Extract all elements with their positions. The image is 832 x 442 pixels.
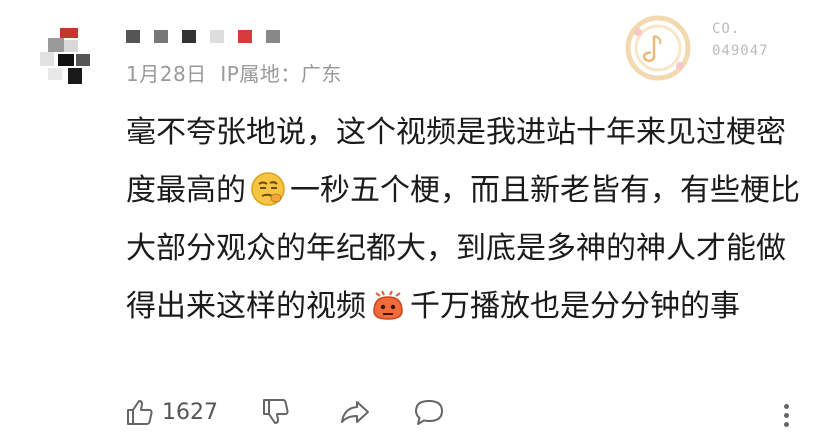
- smirk-face-icon: [251, 172, 285, 206]
- thumbs-down-icon: [263, 399, 289, 424]
- avatar[interactable]: [40, 28, 98, 86]
- like-count: 1627: [162, 399, 218, 425]
- comment-text-part3: 千万播放也是分分钟的事: [410, 289, 740, 324]
- username[interactable]: [126, 28, 280, 44]
- ip-location: IP属地：广东: [220, 62, 342, 86]
- angry-face-icon: [373, 290, 403, 320]
- comment-date: 1月28日: [126, 62, 207, 86]
- share-button[interactable]: [338, 396, 372, 428]
- comment-icon: [415, 400, 443, 425]
- comment-actions: 1627: [124, 394, 804, 434]
- comment-text: 毫不夸张地说，这个视频是我进站十年来见过梗密度最高的 一秒五个梗，而且新老皆有，…: [126, 104, 806, 336]
- dislike-button[interactable]: [260, 396, 292, 428]
- comment-meta: 1月28日 IP属地：广东: [126, 58, 342, 87]
- fan-badge-number: CO. 049047: [712, 21, 769, 59]
- like-button[interactable]: 1627: [124, 396, 218, 428]
- more-vertical-icon[interactable]: [783, 404, 791, 430]
- reply-button[interactable]: [412, 396, 446, 428]
- thumbs-up-icon: [127, 400, 153, 425]
- share-icon: [341, 401, 369, 423]
